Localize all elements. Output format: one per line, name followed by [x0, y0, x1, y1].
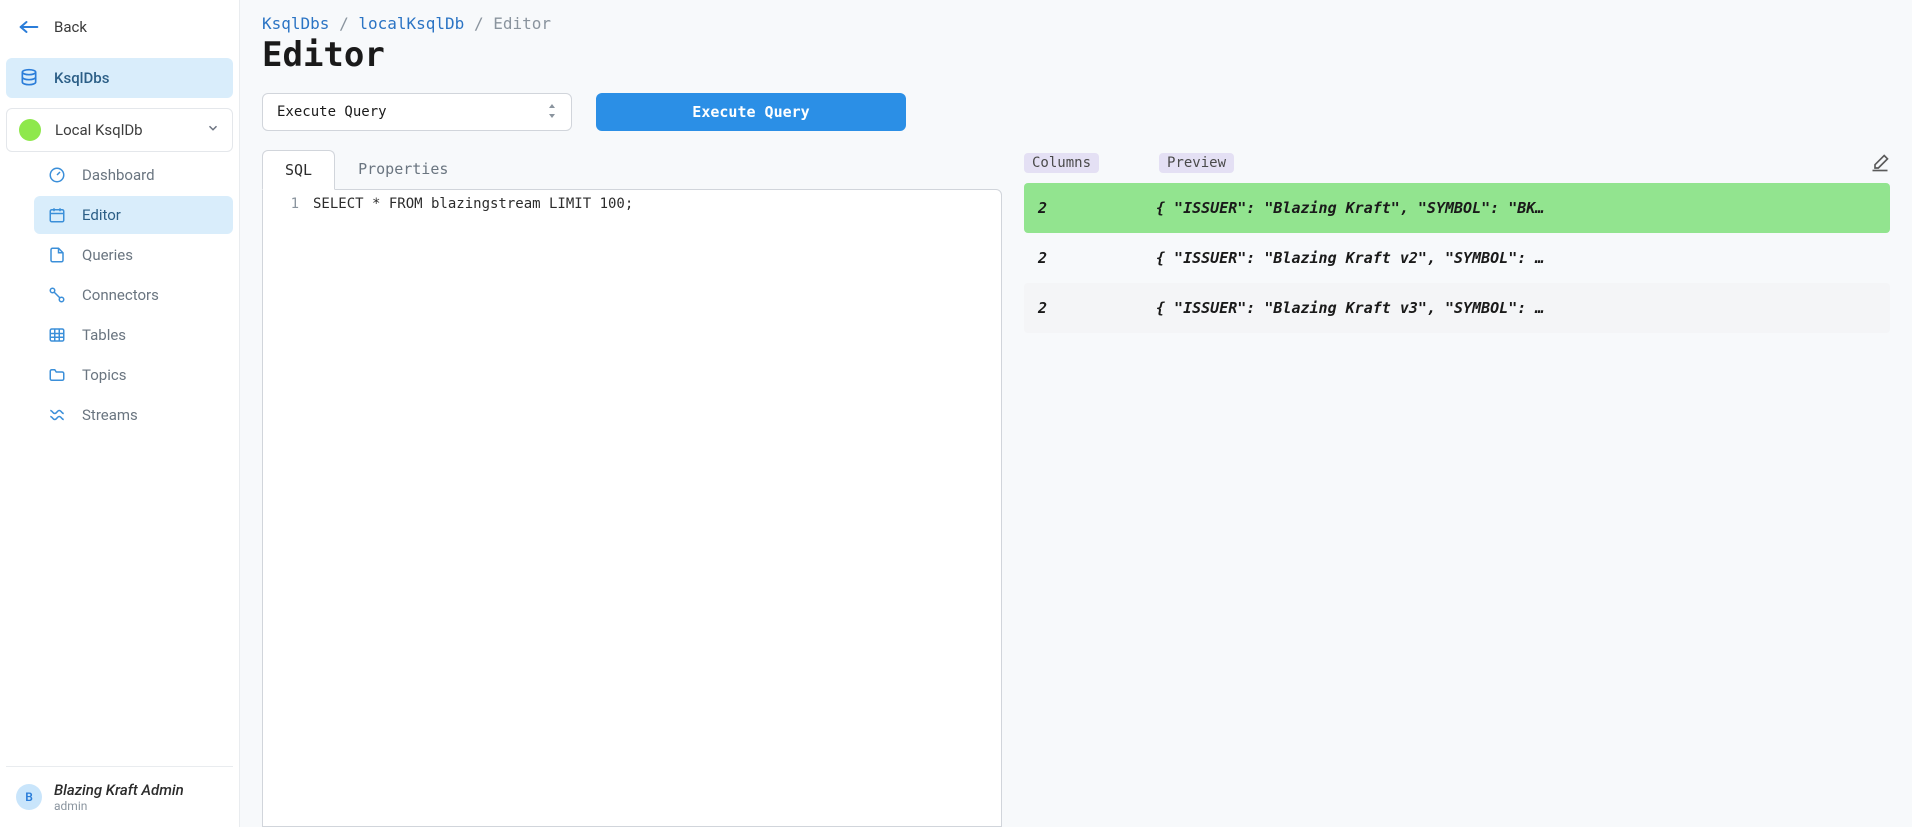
breadcrumb: KsqlDbs / localKsqlDb / Editor: [262, 14, 1890, 33]
execute-query-button[interactable]: Execute Query: [596, 93, 906, 131]
stream-icon: [46, 406, 68, 424]
sidebar-item-label: Tables: [82, 326, 126, 344]
main-content: KsqlDbs / localKsqlDb / Editor Editor Ex…: [240, 0, 1912, 827]
editor-column: SQL Properties 1 SELECT * FROM blazingst…: [262, 149, 1002, 827]
sidebar-item-connectors[interactable]: Connectors: [34, 276, 233, 314]
result-row[interactable]: 2 { "ISSUER": "Blazing Kraft v2", "SYMBO…: [1024, 233, 1890, 283]
select-caret-icon: [547, 104, 557, 120]
result-col-count: 2: [1038, 199, 1156, 217]
sidebar-item-label: Editor: [82, 206, 121, 224]
connector-icon: [46, 286, 68, 304]
back-button[interactable]: Back: [6, 8, 233, 46]
table-icon: [46, 326, 68, 344]
sidebar-item-dashboard[interactable]: Dashboard: [34, 156, 233, 194]
columns-badge[interactable]: Columns: [1024, 153, 1099, 173]
sql-editor[interactable]: 1 SELECT * FROM blazingstream LIMIT 100;: [262, 189, 1002, 827]
action-row: Execute Query Execute Query: [262, 93, 1890, 131]
gauge-icon: [46, 166, 68, 184]
user-role: admin: [54, 799, 184, 813]
sidebar-item-label: Connectors: [82, 286, 159, 304]
status-dot-icon: [19, 119, 41, 141]
sidebar-item-queries[interactable]: Queries: [34, 236, 233, 274]
sidebar-group-label: KsqlDbs: [54, 69, 109, 87]
sidebar-item-label: Queries: [82, 246, 133, 264]
line-number: 1: [263, 196, 313, 212]
calendar-icon: [46, 206, 68, 224]
sidebar-item-tables[interactable]: Tables: [34, 316, 233, 354]
chevron-down-icon: [206, 121, 220, 139]
code-text: SELECT * FROM blazingstream LIMIT 100;: [313, 196, 633, 212]
tab-sql[interactable]: SQL: [262, 150, 335, 190]
sidebar-connection-label: Local KsqlDb: [55, 121, 143, 139]
tab-properties[interactable]: Properties: [335, 149, 471, 189]
user-block: Blazing Kraft Admin admin: [54, 781, 184, 813]
sidebar-group-ksqldbs[interactable]: KsqlDbs: [6, 58, 233, 98]
page-title: Editor: [262, 35, 1890, 75]
result-preview: { "ISSUER": "Blazing Kraft v3", "SYMBOL"…: [1156, 299, 1876, 317]
sidebar: Back KsqlDbs Local KsqlDb Dashboard Edit…: [0, 0, 240, 827]
sidebar-item-label: Topics: [82, 366, 126, 384]
breadcrumb-link-ksqldbs[interactable]: KsqlDbs: [262, 14, 329, 33]
result-row[interactable]: 2 { "ISSUER": "Blazing Kraft v3", "SYMBO…: [1024, 283, 1890, 333]
sidebar-item-label: Dashboard: [82, 166, 155, 184]
sidebar-item-topics[interactable]: Topics: [34, 356, 233, 394]
breadcrumb-link-localksqldb[interactable]: localKsqlDb: [358, 14, 464, 33]
clear-results-icon[interactable]: [1870, 153, 1890, 173]
results-column: Columns Preview 2 { "ISSUER": "Blazing K…: [1024, 149, 1890, 827]
workspace: SQL Properties 1 SELECT * FROM blazingst…: [262, 149, 1890, 827]
sidebar-connection[interactable]: Local KsqlDb: [6, 108, 233, 152]
result-col-count: 2: [1038, 249, 1156, 267]
result-rows: 2 { "ISSUER": "Blazing Kraft", "SYMBOL":…: [1024, 183, 1890, 333]
file-sql-icon: [46, 246, 68, 264]
query-type-value: Execute Query: [277, 104, 387, 120]
breadcrumb-current: Editor: [493, 14, 551, 33]
avatar[interactable]: B: [16, 784, 42, 810]
results-header: Columns Preview: [1024, 149, 1890, 183]
folder-icon: [46, 366, 68, 384]
preview-badge[interactable]: Preview: [1159, 153, 1234, 173]
sidebar-footer: B Blazing Kraft Admin admin: [6, 766, 233, 819]
database-icon: [18, 68, 40, 88]
back-label: Back: [54, 18, 87, 36]
sidebar-item-editor[interactable]: Editor: [34, 196, 233, 234]
code-line: 1 SELECT * FROM blazingstream LIMIT 100;: [263, 190, 1001, 212]
query-type-select[interactable]: Execute Query: [262, 93, 572, 131]
sidebar-item-label: Streams: [82, 406, 138, 424]
sidebar-subnav: Dashboard Editor Queries Connectors Tabl…: [6, 156, 233, 434]
back-arrow-icon: [18, 20, 40, 34]
result-preview: { "ISSUER": "Blazing Kraft v2", "SYMBOL"…: [1156, 249, 1876, 267]
result-preview: { "ISSUER": "Blazing Kraft", "SYMBOL": "…: [1156, 199, 1876, 217]
editor-tabs: SQL Properties: [262, 149, 1002, 189]
result-row[interactable]: 2 { "ISSUER": "Blazing Kraft", "SYMBOL":…: [1024, 183, 1890, 233]
user-name: Blazing Kraft Admin: [54, 781, 184, 799]
sidebar-item-streams[interactable]: Streams: [34, 396, 233, 434]
result-col-count: 2: [1038, 299, 1156, 317]
